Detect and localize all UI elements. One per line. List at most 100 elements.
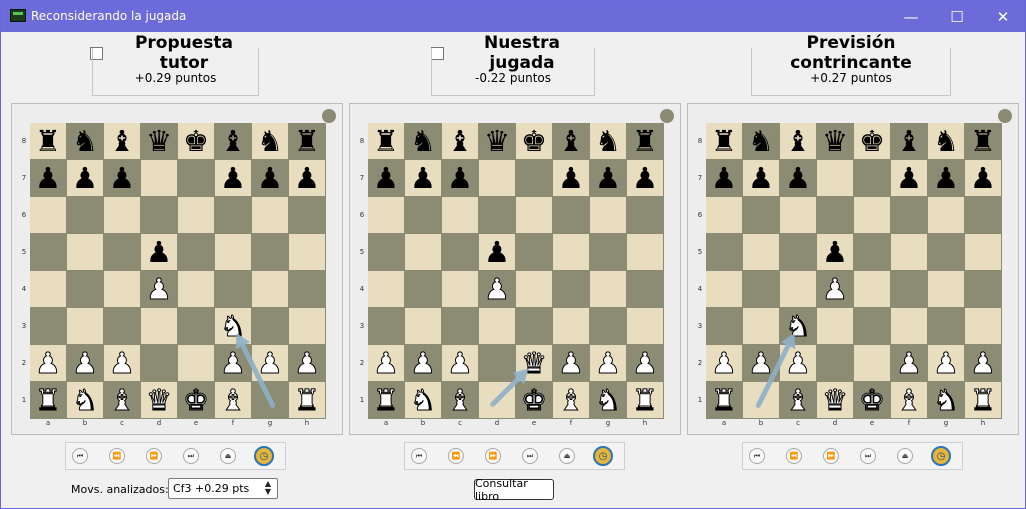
square-h4[interactable]	[627, 271, 663, 307]
black-bishop-icon[interactable]: ♝	[220, 126, 246, 156]
square-g7[interactable]: ♟	[928, 160, 964, 196]
square-b6[interactable]	[405, 197, 441, 233]
black-rook-icon[interactable]: ♜	[373, 126, 399, 156]
black-knight-icon[interactable]: ♞	[748, 126, 774, 156]
square-b4[interactable]	[405, 271, 441, 307]
white-rook-icon[interactable]: ♜	[373, 385, 400, 415]
square-h1[interactable]: ♜	[627, 382, 663, 418]
square-b7[interactable]: ♟	[67, 160, 103, 196]
square-h7[interactable]: ♟	[289, 160, 325, 196]
square-e4[interactable]	[854, 271, 890, 307]
square-h5[interactable]	[965, 234, 1001, 270]
square-c3[interactable]	[442, 308, 478, 344]
white-king-icon[interactable]: ♚	[183, 385, 210, 415]
square-e7[interactable]	[178, 160, 214, 196]
square-c2[interactable]: ♟	[104, 345, 140, 381]
square-b2[interactable]: ♟	[743, 345, 779, 381]
white-knight-icon[interactable]: ♞	[933, 385, 960, 415]
square-b1[interactable]: ♞	[405, 382, 441, 418]
square-h1[interactable]: ♜	[965, 382, 1001, 418]
white-pawn-icon[interactable]: ♟	[785, 348, 812, 378]
square-d6[interactable]	[141, 197, 177, 233]
white-pawn-icon[interactable]: ♟	[294, 348, 321, 378]
black-king-icon[interactable]: ♚	[859, 126, 885, 156]
black-pawn-icon[interactable]: ♟	[595, 163, 621, 193]
square-a1[interactable]: ♜	[706, 382, 742, 418]
black-pawn-icon[interactable]: ♟	[257, 163, 283, 193]
square-f3[interactable]: ♞	[215, 308, 251, 344]
square-g4[interactable]	[928, 271, 964, 307]
consult-book-button[interactable]: Consultar libro	[474, 477, 554, 503]
black-pawn-icon[interactable]: ♟	[785, 163, 811, 193]
square-h8[interactable]: ♜	[289, 123, 325, 159]
black-bishop-icon[interactable]: ♝	[785, 126, 811, 156]
square-f2[interactable]: ♟	[553, 345, 589, 381]
square-h4[interactable]	[289, 271, 325, 307]
square-h1[interactable]: ♜	[289, 382, 325, 418]
square-a5[interactable]	[368, 234, 404, 270]
forward-icon[interactable]: ⏩	[146, 448, 162, 464]
square-f4[interactable]	[215, 271, 251, 307]
square-b8[interactable]: ♞	[67, 123, 103, 159]
square-g8[interactable]: ♞	[590, 123, 626, 159]
square-g5[interactable]	[928, 234, 964, 270]
square-f8[interactable]: ♝	[891, 123, 927, 159]
last-icon[interactable]: ⏭	[522, 448, 538, 464]
square-h8[interactable]: ♜	[965, 123, 1001, 159]
square-b3[interactable]	[405, 308, 441, 344]
white-pawn-icon[interactable]: ♟	[558, 348, 585, 378]
square-h6[interactable]	[289, 197, 325, 233]
square-a4[interactable]	[30, 271, 66, 307]
eject-icon[interactable]: ⏏	[897, 448, 913, 464]
eject-icon[interactable]: ⏏	[559, 448, 575, 464]
black-rook-icon[interactable]: ♜	[632, 126, 658, 156]
square-c5[interactable]	[104, 234, 140, 270]
square-d8[interactable]: ♛	[479, 123, 515, 159]
white-pawn-icon[interactable]: ♟	[933, 348, 960, 378]
black-rook-icon[interactable]: ♜	[711, 126, 737, 156]
white-king-icon[interactable]: ♚	[521, 385, 548, 415]
square-b2[interactable]: ♟	[405, 345, 441, 381]
square-h2[interactable]: ♟	[965, 345, 1001, 381]
white-queen-icon[interactable]: ♛	[146, 385, 173, 415]
black-queen-icon[interactable]: ♛	[484, 126, 510, 156]
square-g1[interactable]	[252, 382, 288, 418]
square-h2[interactable]: ♟	[627, 345, 663, 381]
square-a4[interactable]	[368, 271, 404, 307]
square-d2[interactable]	[479, 345, 515, 381]
white-pawn-icon[interactable]: ♟	[822, 274, 849, 304]
white-rook-icon[interactable]: ♜	[970, 385, 997, 415]
clock-icon[interactable]: ◷	[254, 446, 274, 466]
square-d7[interactable]	[817, 160, 853, 196]
white-knight-icon[interactable]: ♞	[410, 385, 437, 415]
square-g8[interactable]: ♞	[928, 123, 964, 159]
black-pawn-icon[interactable]: ♟	[558, 163, 584, 193]
white-pawn-icon[interactable]: ♟	[220, 348, 247, 378]
white-queen-icon[interactable]: ♛	[521, 348, 548, 378]
square-f8[interactable]: ♝	[553, 123, 589, 159]
square-e2[interactable]	[178, 345, 214, 381]
white-pawn-icon[interactable]: ♟	[484, 274, 511, 304]
white-bishop-icon[interactable]: ♝	[558, 385, 585, 415]
square-c3[interactable]	[104, 308, 140, 344]
white-pawn-icon[interactable]: ♟	[748, 348, 775, 378]
square-e7[interactable]	[516, 160, 552, 196]
square-e4[interactable]	[516, 271, 552, 307]
square-c8[interactable]: ♝	[780, 123, 816, 159]
square-f6[interactable]	[553, 197, 589, 233]
back-icon[interactable]: ⏪	[786, 448, 802, 464]
square-c1[interactable]: ♝	[780, 382, 816, 418]
white-knight-icon[interactable]: ♞	[595, 385, 622, 415]
square-h3[interactable]	[965, 308, 1001, 344]
forward-icon[interactable]: ⏩	[485, 448, 501, 464]
white-knight-icon[interactable]: ♞	[72, 385, 99, 415]
black-pawn-icon[interactable]: ♟	[35, 163, 61, 193]
square-c4[interactable]	[780, 271, 816, 307]
white-bishop-icon[interactable]: ♝	[447, 385, 474, 415]
black-pawn-icon[interactable]: ♟	[632, 163, 658, 193]
black-bishop-icon[interactable]: ♝	[896, 126, 922, 156]
black-pawn-icon[interactable]: ♟	[72, 163, 98, 193]
square-d8[interactable]: ♛	[141, 123, 177, 159]
square-f6[interactable]	[891, 197, 927, 233]
square-d1[interactable]	[479, 382, 515, 418]
